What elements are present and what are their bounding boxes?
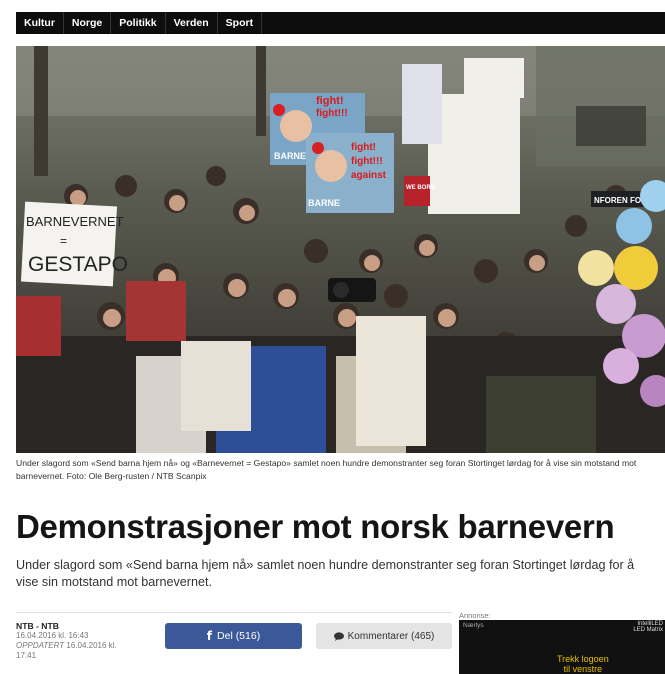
ad-label: Annonse: [459, 611, 491, 620]
poster2-text-fight-2: fight!!! [351, 156, 383, 167]
byline-published: 16.04.2016 kl. 16:43 [16, 631, 89, 640]
article-title: Demonstrasjoner mot norsk barnevern [16, 508, 615, 545]
nav-item-sport[interactable]: Sport [218, 12, 263, 34]
sign-equals: = [60, 234, 67, 248]
banner-text: NFOREN FOR [594, 196, 647, 205]
nav-item-kultur[interactable]: Kultur [16, 12, 64, 34]
byline: NTB - NTB 16.04.2016 kl. 16:43 OPPDATERT… [16, 621, 136, 661]
facebook-icon: f [206, 629, 213, 643]
hero-photo[interactable]: fight! fight!!! fight! fight!!! against … [16, 46, 665, 453]
ad-brand: Nærlys [463, 622, 484, 629]
facebook-share-button[interactable]: f Del (516) [165, 623, 302, 649]
ad-logo: IntelliLED LED Matrix [633, 621, 663, 633]
sign-text-gestapo: GESTAPO [28, 253, 128, 276]
share-label: Del (516) [217, 630, 261, 642]
byline-updated-label: OPPDATERT [16, 641, 65, 650]
sign-text-barnevernet: BARNEVERNET [26, 214, 124, 229]
ad-cta-line1: Trekk logoen [557, 654, 609, 664]
red-sign-text: WE BORN [406, 185, 435, 191]
advertisement[interactable]: Nærlys IntelliLED LED Matrix Trekk logoe… [459, 620, 665, 674]
comments-label: Kommentarer (465) [347, 630, 435, 642]
ad-cta-line2: til venstre [563, 664, 603, 674]
poster-text-fight: fight! [316, 95, 343, 107]
ad-cta: Trekk logoen til venstre [557, 654, 609, 674]
article-lead: Under slagord som «Send barna hjem nå» s… [16, 558, 635, 589]
divider [16, 612, 452, 613]
speech-bubble-icon [333, 631, 344, 641]
poster2-text-barne: BARNE [308, 198, 340, 208]
nav-item-verden[interactable]: Verden [166, 12, 218, 34]
poster-text-barne: BARNE [274, 151, 306, 161]
poster2-text-fight: fight! [351, 142, 376, 153]
byline-source: NTB - NTB [16, 621, 59, 631]
poster2-text-against: against [351, 170, 387, 181]
ad-logo-line2: LED Matrix [633, 627, 663, 633]
comments-button[interactable]: Kommentarer (465) [316, 623, 452, 649]
poster-text-fight-2: fight!!! [316, 108, 348, 119]
nav-item-norge[interactable]: Norge [64, 12, 112, 34]
section-nav: Kultur Norge Politikk Verden Sport [16, 12, 665, 34]
nav-item-politikk[interactable]: Politikk [111, 12, 166, 34]
page: Kultur Norge Politikk Verden Sport fight… [0, 0, 665, 674]
demonstration-photo: fight! fight!!! fight! fight!!! against … [16, 46, 665, 453]
photo-caption: Under slagord som «Send barna hjem nå» o… [16, 458, 637, 481]
